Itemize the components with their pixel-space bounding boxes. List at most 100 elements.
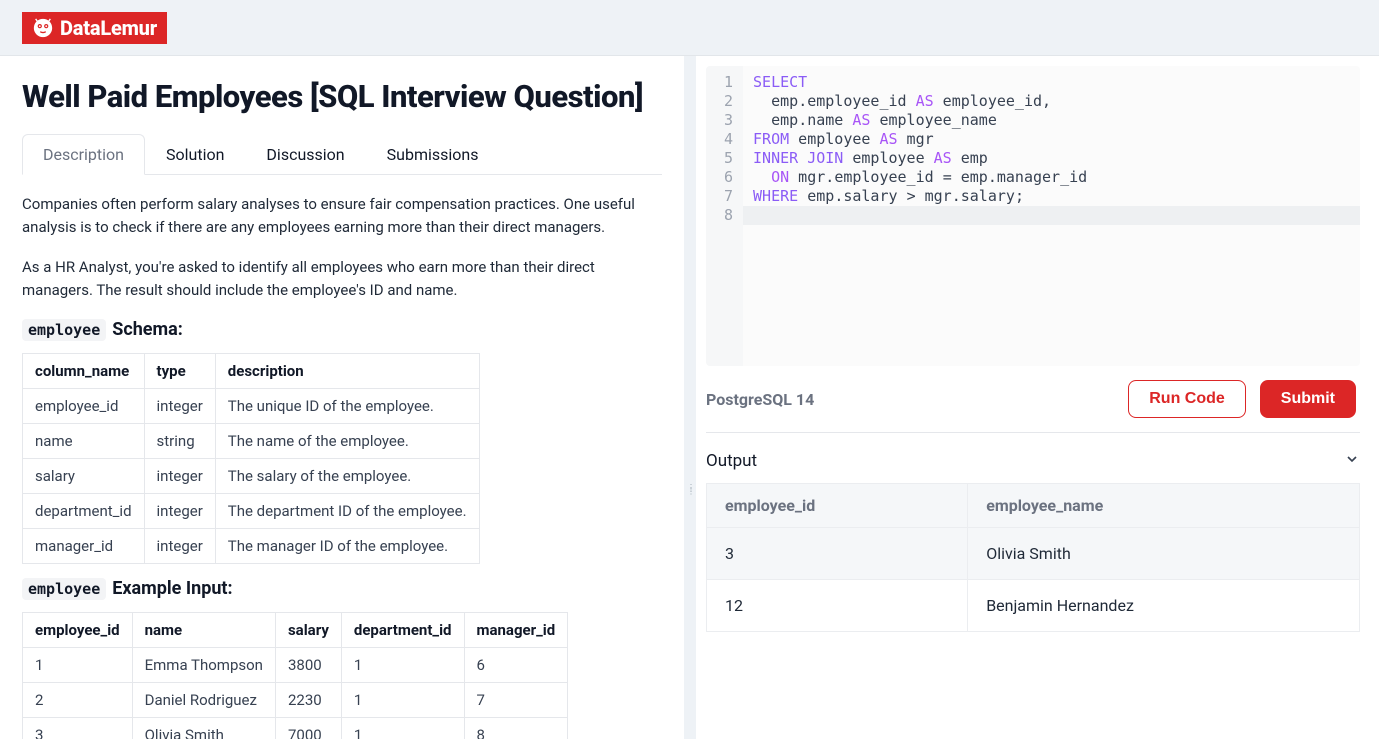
table-cell: Benjamin Hernandez [968,580,1360,632]
table-cell: 7 [464,683,568,718]
output-header[interactable]: Output [706,451,1360,471]
sql-editor[interactable]: 12345678 SELECT emp.employee_id AS emplo… [706,66,1360,366]
code-line: ON mgr.employee_id = emp.manager_id [753,168,1350,187]
table-cell: salary [23,459,145,494]
output-table: employee_id employee_name 3Olivia Smith1… [706,483,1360,632]
run-code-button[interactable]: Run Code [1128,380,1246,418]
tab-description[interactable]: Description [22,134,145,175]
chevron-down-icon [1344,451,1360,471]
table-cell: 8 [464,718,568,739]
line-number: 3 [724,111,733,130]
code-area[interactable]: SELECT emp.employee_id AS employee_id, e… [743,66,1360,366]
table-cell: integer [144,529,215,564]
ex-col-2: name [132,613,275,648]
table-cell: name [23,424,145,459]
lemur-icon [32,17,54,39]
description-p1: Companies often perform salary analyses … [22,193,662,238]
drag-handle-icon: ⋮⋮ [687,486,693,494]
table-cell: The name of the employee. [215,424,479,459]
table-cell: 12 [707,580,968,632]
table-row: salaryintegerThe salary of the employee. [23,459,480,494]
top-bar: DataLemur [0,0,1379,56]
schema-heading: employee Schema: [22,319,662,341]
tab-submissions[interactable]: Submissions [366,134,500,175]
table-cell: 1 [341,683,464,718]
table-cell: 7000 [275,718,341,739]
table-row: 2Daniel Rodriguez223017 [23,683,568,718]
example-table: employee_id name salary department_id ma… [22,612,568,739]
example-code: employee [22,578,106,600]
table-cell: employee_id [23,389,145,424]
table-row: department_idintegerThe department ID of… [23,494,480,529]
table-cell: 6 [464,648,568,683]
output-section: Output employee_id employee_name 3Olivia… [706,433,1360,632]
table-row: 3Olivia Smith700018 [23,718,568,739]
description-p2: As a HR Analyst, you're asked to identif… [22,256,662,301]
table-cell: 2 [23,683,133,718]
table-cell: The salary of the employee. [215,459,479,494]
code-line: emp.name AS employee_name [753,111,1350,130]
line-gutter: 12345678 [706,66,743,366]
line-number: 2 [724,92,733,111]
schema-table: column_name type description employee_id… [22,353,480,564]
code-line: INNER JOIN employee AS emp [753,149,1350,168]
code-line: emp.employee_id AS employee_id, [753,92,1350,111]
line-number: 5 [724,149,733,168]
schema-col-desc: description [215,354,479,389]
line-number: 1 [724,73,733,92]
table-row: manager_idintegerThe manager ID of the e… [23,529,480,564]
line-number: 7 [724,187,733,206]
brand-logo[interactable]: DataLemur [22,12,167,44]
code-line [743,206,1360,225]
out-col-2: employee_name [968,484,1360,528]
panel-divider[interactable]: ⋮⋮ [684,56,696,739]
code-line: WHERE emp.salary > mgr.salary; [753,187,1350,206]
page-title: Well Paid Employees [SQL Interview Quest… [22,78,662,115]
line-number: 6 [724,168,733,187]
run-row: PostgreSQL 14 Run Code Submit [706,366,1360,433]
tabs: Description Solution Discussion Submissi… [22,133,662,175]
table-cell: Olivia Smith [132,718,275,739]
table-cell: 3 [707,528,968,580]
table-cell: integer [144,459,215,494]
brand-text: DataLemur [60,16,157,40]
code-line: FROM employee AS mgr [753,130,1350,149]
table-cell: Daniel Rodriguez [132,683,275,718]
code-line: SELECT [753,73,1350,92]
table-cell: manager_id [23,529,145,564]
table-cell: 1 [341,648,464,683]
db-label: PostgreSQL 14 [706,390,814,409]
table-cell: Olivia Smith [968,528,1360,580]
schema-col-type: type [144,354,215,389]
table-row: employee_idintegerThe unique ID of the e… [23,389,480,424]
tab-discussion[interactable]: Discussion [245,134,365,175]
table-cell: integer [144,389,215,424]
example-heading: employee Example Input: [22,578,662,600]
table-cell: integer [144,494,215,529]
table-cell: 2230 [275,683,341,718]
out-col-1: employee_id [707,484,968,528]
ex-col-3: salary [275,613,341,648]
submit-button[interactable]: Submit [1260,380,1356,418]
schema-col-name: column_name [23,354,145,389]
table-cell: Emma Thompson [132,648,275,683]
table-cell: string [144,424,215,459]
ex-col-1: employee_id [23,613,133,648]
ex-col-4: department_id [341,613,464,648]
tab-solution[interactable]: Solution [145,134,245,175]
table-cell: 1 [23,648,133,683]
line-number: 4 [724,130,733,149]
table-cell: department_id [23,494,145,529]
table-row: 12Benjamin Hernandez [707,580,1360,632]
table-row: 3Olivia Smith [707,528,1360,580]
schema-label: Schema: [112,319,183,340]
table-cell: The unique ID of the employee. [215,389,479,424]
line-number: 8 [724,206,733,225]
example-label: Example Input: [112,578,232,599]
ex-col-5: manager_id [464,613,568,648]
table-cell: 3 [23,718,133,739]
table-row: 1Emma Thompson380016 [23,648,568,683]
schema-code: employee [22,319,106,341]
table-cell: 3800 [275,648,341,683]
right-panel: 12345678 SELECT emp.employee_id AS emplo… [696,56,1379,739]
